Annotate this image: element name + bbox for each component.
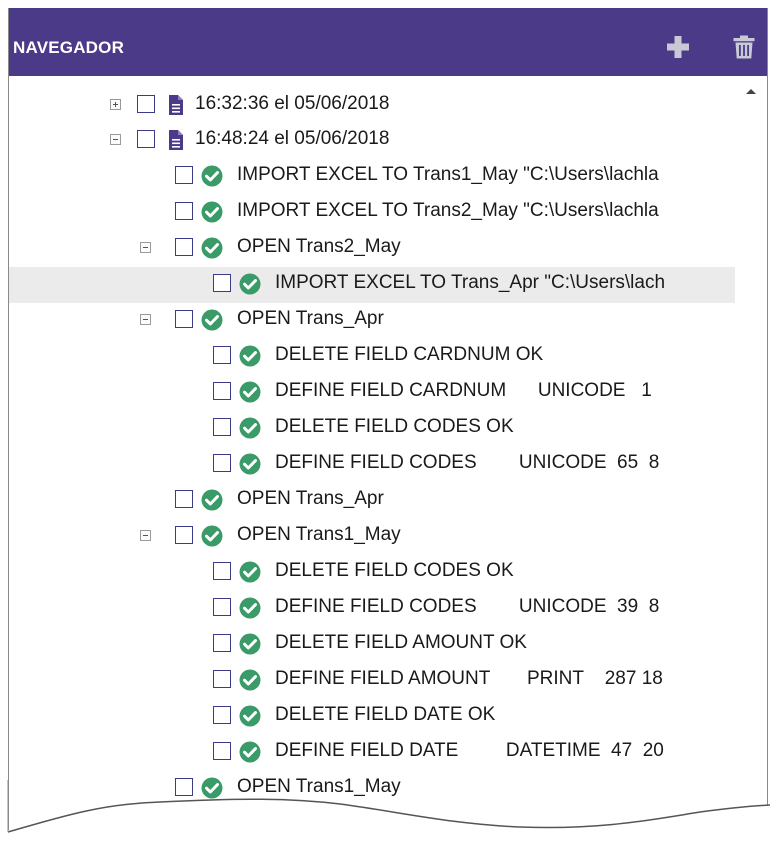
- success-check-icon: [201, 525, 223, 547]
- navigator-header: NAVEGADOR: [9, 8, 767, 76]
- success-check-icon: [201, 165, 223, 187]
- tree-command-row[interactable]: DELETE FIELD AMOUNT OK: [9, 627, 735, 663]
- tree-session-row[interactable]: 16:32:36 el 05/06/2018: [9, 88, 735, 124]
- tree-command-row[interactable]: OPEN Trans1_May: [9, 519, 735, 555]
- row-checkbox[interactable]: [213, 382, 231, 400]
- scroll-up-arrow-icon[interactable]: [744, 86, 758, 96]
- success-check-icon: [239, 561, 261, 583]
- tree-command-row[interactable]: OPEN Trans_Apr: [9, 303, 735, 339]
- tree-command-row[interactable]: DELETE FIELD CARDNUM OK: [9, 339, 735, 375]
- document-icon: [169, 95, 183, 115]
- row-checkbox[interactable]: [175, 166, 193, 184]
- row-label: DEFINE FIELD CARDNUM UNICODE 1: [275, 380, 652, 401]
- success-check-icon: [239, 633, 261, 655]
- vertical-scrollbar[interactable]: [736, 78, 766, 865]
- row-label: IMPORT EXCEL TO Trans_Apr "C:\Users\lach: [275, 272, 666, 293]
- success-check-icon: [201, 237, 223, 259]
- tree-command-row[interactable]: DELETE FIELD CODES OK: [9, 555, 735, 591]
- success-check-icon: [239, 453, 261, 475]
- trash-icon: [733, 35, 755, 59]
- row-checkbox[interactable]: [175, 526, 193, 544]
- tree-command-row[interactable]: IMPORT EXCEL TO Trans1_May "C:\Users\lac…: [9, 159, 735, 195]
- row-label: DELETE FIELD CARDNUM OK: [275, 344, 544, 365]
- success-check-icon: [239, 381, 261, 403]
- row-label: OPEN Trans_Apr: [237, 308, 384, 329]
- expand-icon[interactable]: [110, 99, 121, 110]
- plus-icon: [667, 36, 689, 58]
- row-checkbox[interactable]: [213, 454, 231, 472]
- row-label: OPEN Trans2_May: [237, 236, 401, 257]
- collapse-icon[interactable]: [110, 134, 121, 145]
- row-label: 16:48:24 el 05/06/2018: [195, 128, 390, 149]
- row-label: DEFINE FIELD CODES UNICODE 39 8: [275, 596, 660, 617]
- row-checkbox[interactable]: [175, 202, 193, 220]
- row-checkbox[interactable]: [213, 346, 231, 364]
- success-check-icon: [201, 201, 223, 223]
- row-label: IMPORT EXCEL TO Trans2_May "C:\Users\lac…: [237, 200, 659, 221]
- row-label: OPEN Trans_Apr: [237, 488, 384, 509]
- row-label: DELETE FIELD CODES OK: [275, 416, 514, 437]
- navigator-title: NAVEGADOR: [13, 38, 125, 57]
- tree-command-row[interactable]: DEFINE FIELD AMOUNT PRINT 287 18: [9, 663, 735, 699]
- collapse-icon[interactable]: [140, 530, 151, 541]
- torn-edge: [0, 780, 770, 865]
- success-check-icon: [201, 489, 223, 511]
- success-check-icon: [239, 273, 261, 295]
- delete-button[interactable]: [731, 34, 757, 60]
- row-checkbox[interactable]: [213, 274, 231, 292]
- success-check-icon: [239, 417, 261, 439]
- navigator-panel: NAVEGADOR 16:32:36 el 05/06/2018 16:48:24…: [8, 8, 768, 865]
- row-checkbox[interactable]: [213, 670, 231, 688]
- success-check-icon: [239, 705, 261, 727]
- tree-command-row[interactable]: OPEN Trans2_May: [9, 231, 735, 267]
- tree-command-row[interactable]: DELETE FIELD DATE OK: [9, 699, 735, 735]
- tree-command-row[interactable]: IMPORT EXCEL TO Trans2_May "C:\Users\lac…: [9, 195, 735, 231]
- document-icon: [169, 130, 183, 150]
- tree-command-row[interactable]: DEFINE FIELD CODES UNICODE 65 8: [9, 447, 735, 483]
- tree-command-row[interactable]: IMPORT EXCEL TO Trans_Apr "C:\Users\lach: [9, 267, 735, 303]
- row-label: 16:32:36 el 05/06/2018: [195, 93, 390, 114]
- row-checkbox[interactable]: [137, 95, 155, 113]
- row-label: DELETE FIELD CODES OK: [275, 560, 514, 581]
- row-label: DELETE FIELD DATE OK: [275, 704, 496, 725]
- row-checkbox[interactable]: [213, 706, 231, 724]
- row-checkbox[interactable]: [175, 238, 193, 256]
- row-checkbox[interactable]: [137, 130, 155, 148]
- row-checkbox[interactable]: [213, 598, 231, 616]
- success-check-icon: [201, 309, 223, 331]
- row-checkbox[interactable]: [175, 310, 193, 328]
- success-check-icon: [239, 345, 261, 367]
- row-checkbox[interactable]: [175, 490, 193, 508]
- tree-command-row[interactable]: DEFINE FIELD DATE DATETIME 47 20: [9, 735, 735, 771]
- row-label: DEFINE FIELD CODES UNICODE 65 8: [275, 452, 660, 473]
- success-check-icon: [239, 741, 261, 763]
- command-tree: 16:32:36 el 05/06/2018 16:48:24 el 05/06/…: [9, 78, 735, 865]
- row-checkbox[interactable]: [213, 562, 231, 580]
- row-label: DEFINE FIELD AMOUNT PRINT 287 18: [275, 668, 663, 689]
- tree-command-row[interactable]: OPEN Trans_Apr: [9, 483, 735, 519]
- row-checkbox[interactable]: [213, 742, 231, 760]
- tree-session-row[interactable]: 16:48:24 el 05/06/2018: [9, 123, 735, 159]
- row-label: IMPORT EXCEL TO Trans1_May "C:\Users\lac…: [237, 164, 659, 185]
- row-label: DELETE FIELD AMOUNT OK: [275, 632, 527, 653]
- collapse-icon[interactable]: [140, 242, 151, 253]
- tree-command-row[interactable]: DELETE FIELD CODES OK: [9, 411, 735, 447]
- success-check-icon: [239, 597, 261, 619]
- tree-command-row[interactable]: DEFINE FIELD CODES UNICODE 39 8: [9, 591, 735, 627]
- collapse-icon[interactable]: [140, 314, 151, 325]
- tree-command-row[interactable]: DEFINE FIELD CARDNUM UNICODE 1: [9, 375, 735, 411]
- success-check-icon: [239, 669, 261, 691]
- add-button[interactable]: [665, 34, 691, 60]
- row-label: DEFINE FIELD DATE DATETIME 47 20: [275, 740, 664, 761]
- row-checkbox[interactable]: [213, 634, 231, 652]
- row-label: OPEN Trans1_May: [237, 524, 401, 545]
- row-checkbox[interactable]: [213, 418, 231, 436]
